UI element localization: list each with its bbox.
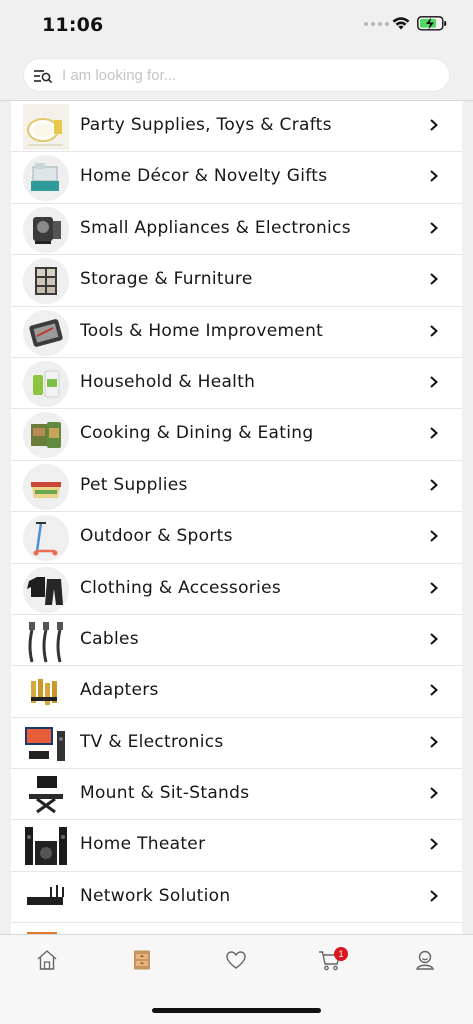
- category-row-partial[interactable]: [11, 923, 462, 934]
- chevron-right-icon: [430, 478, 438, 491]
- storage-furniture-icon: [23, 258, 69, 305]
- category-row-tv-electronics[interactable]: TV & Electronics: [11, 717, 462, 770]
- small-appliances-icon: [23, 206, 69, 253]
- home-icon[interactable]: [36, 949, 58, 971]
- category-label: Network Solution: [80, 885, 231, 906]
- search-input[interactable]: I am looking for...: [62, 67, 176, 84]
- chevron-right-icon: [430, 119, 438, 131]
- chevron-right-icon: [430, 376, 438, 388]
- category-row-cooking-dining[interactable]: Cooking & Dining & Eating: [11, 409, 462, 461]
- category-label: Household & Health: [80, 371, 256, 392]
- pet-supplies-icon: [23, 463, 69, 510]
- category-label: Home Décor & Novelty Gifts: [80, 166, 328, 187]
- chevron-right-icon: [430, 324, 438, 337]
- chevron-right-icon: [430, 633, 438, 645]
- category-list[interactable]: Party Supplies, Toys & Crafts Home Décor…: [11, 101, 462, 934]
- wifi-icon: [392, 17, 410, 30]
- category-row-home-theater[interactable]: Home Theater: [11, 820, 462, 872]
- category-label: Small Appliances & Electronics: [80, 217, 351, 238]
- mount-stand-icon: [23, 772, 69, 819]
- tab-categories[interactable]: [122, 949, 162, 979]
- category-row-storage-furniture[interactable]: Storage & Furniture: [11, 255, 462, 307]
- category-row-adapters[interactable]: Adapters: [11, 666, 462, 718]
- chevron-right-icon: [430, 530, 438, 542]
- category-row-outdoor-sports[interactable]: Outdoor & Sports: [11, 512, 462, 564]
- chevron-right-icon: [430, 222, 438, 234]
- tab-cart[interactable]: 1: [310, 947, 350, 979]
- category-row-tools[interactable]: Tools & Home Improvement: [11, 306, 462, 358]
- tv-electronics-icon: [23, 720, 69, 767]
- home-indicator: [152, 1008, 321, 1013]
- signal-icon: [364, 22, 389, 26]
- category-row-household-health[interactable]: Household & Health: [11, 357, 462, 410]
- status-time: 11:06: [42, 14, 104, 36]
- outdoor-sports-icon: [23, 515, 69, 562]
- category-label: Party Supplies, Toys & Crafts: [80, 115, 332, 135]
- chevron-right-icon: [430, 170, 438, 183]
- chevron-right-icon: [430, 581, 438, 594]
- cables-icon: [23, 617, 69, 664]
- category-label: Outdoor & Sports: [80, 526, 233, 547]
- chevron-right-icon: [430, 273, 438, 285]
- category-label: Tools & Home Improvement: [80, 320, 324, 341]
- cooking-dining-icon: [23, 412, 69, 459]
- category-label: TV & Electronics: [80, 731, 224, 752]
- heart-icon[interactable]: [225, 949, 247, 971]
- chevron-right-icon: [430, 427, 438, 440]
- chevron-right-icon: [430, 890, 438, 902]
- household-health-icon: [23, 360, 69, 407]
- category-row-cables[interactable]: Cables: [11, 614, 462, 667]
- profile-icon[interactable]: [414, 949, 436, 971]
- category-label: Clothing & Accessories: [80, 577, 282, 598]
- tools-icon: [23, 309, 69, 356]
- party-supplies-icon: [23, 104, 69, 150]
- network-router-icon: [23, 874, 69, 921]
- home-theater-icon: [23, 823, 69, 870]
- search-bar[interactable]: I am looking for...: [23, 58, 450, 92]
- category-label: Adapters: [80, 680, 159, 701]
- category-label: Cables: [80, 628, 139, 649]
- category-row-pet-supplies[interactable]: Pet Supplies: [11, 460, 462, 513]
- category-row-small-appliances[interactable]: Small Appliances & Electronics: [11, 203, 462, 256]
- category-label: Home Theater: [80, 834, 206, 855]
- category-label: Mount & Sit-Stands: [80, 783, 250, 804]
- category-row-party-supplies[interactable]: Party Supplies, Toys & Crafts: [11, 101, 462, 153]
- category-row-clothing[interactable]: Clothing & Accessories: [11, 563, 462, 615]
- category-row-network-solution[interactable]: Network Solution: [11, 871, 462, 924]
- chevron-right-icon: [430, 838, 438, 851]
- tab-wishlist[interactable]: [216, 949, 256, 979]
- category-label: Pet Supplies: [80, 474, 188, 495]
- home-decor-icon: [23, 155, 69, 202]
- status-bar: 11:06: [0, 0, 473, 52]
- tab-profile[interactable]: [405, 949, 445, 979]
- clothing-icon: [23, 566, 69, 613]
- category-row-home-decor[interactable]: Home Décor & Novelty Gifts: [11, 152, 462, 204]
- category-row-mount-stand[interactable]: Mount & Sit-Stands: [11, 769, 462, 821]
- tab-home[interactable]: [27, 949, 67, 979]
- chevron-right-icon: [430, 684, 438, 697]
- adapters-icon: [23, 669, 69, 716]
- categories-icon[interactable]: [131, 949, 153, 971]
- chevron-right-icon: [430, 735, 438, 748]
- filter-search-icon[interactable]: [33, 68, 53, 84]
- cart-badge: 1: [334, 947, 348, 961]
- category-thumbnail-icon: [23, 926, 69, 934]
- category-label: Storage & Furniture: [80, 269, 253, 290]
- chevron-right-icon: [430, 787, 438, 799]
- battery-charging-icon: [417, 16, 447, 31]
- category-label: Cooking & Dining & Eating: [80, 423, 314, 444]
